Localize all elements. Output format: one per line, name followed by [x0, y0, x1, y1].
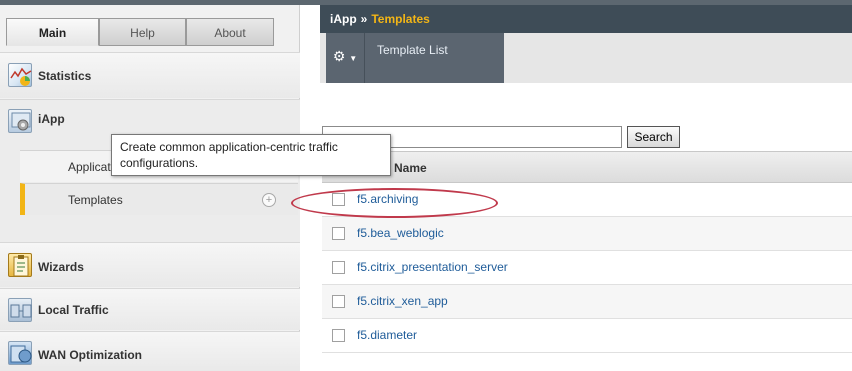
gear-icon: ⚙: [332, 48, 346, 64]
tab-template-list[interactable]: Template List: [364, 33, 504, 83]
breadcrumb-root[interactable]: iApp: [330, 12, 357, 26]
chart-icon: [8, 63, 32, 87]
sidebar-item-label: WAN Optimization: [38, 348, 142, 362]
search-button[interactable]: Search: [627, 126, 680, 148]
table-row: f5.bea_weblogic: [322, 217, 852, 251]
network-icon: [8, 298, 32, 322]
table-row: f5.citrix_xen_app: [322, 285, 852, 319]
chevron-down-icon: ▼: [349, 54, 358, 63]
breadcrumb-current: Templates: [371, 12, 430, 26]
row-checkbox[interactable]: [332, 193, 345, 206]
sidebar-item-label: Wizards: [38, 260, 84, 274]
sidebar-subitem-templates[interactable]: Templates +: [20, 183, 298, 215]
row-checkbox[interactable]: [332, 329, 345, 342]
sidebar-item-statistics[interactable]: Statistics: [0, 52, 300, 98]
panel-gap: [300, 5, 320, 363]
template-link[interactable]: f5.bea_weblogic: [357, 226, 444, 240]
column-header-name[interactable]: Name: [394, 161, 427, 175]
breadcrumb-separator: »: [360, 12, 368, 26]
sub-navigation: ⚙ ▼ Template List: [320, 33, 852, 83]
table-row: f5.diameter: [322, 319, 852, 353]
clipboard-icon: [8, 253, 32, 277]
table-header: Name: [322, 151, 852, 183]
sidebar-item-wizards[interactable]: Wizards: [0, 242, 300, 287]
main-tabs: Main Help About: [0, 18, 300, 46]
breadcrumb: iApp» Templates: [320, 5, 852, 33]
row-checkbox[interactable]: [332, 227, 345, 240]
tab-help[interactable]: Help: [99, 18, 186, 46]
sidebar-item-wan-optimization[interactable]: WAN Optimization: [0, 331, 300, 371]
sidebar-item-label: Statistics: [38, 69, 92, 83]
breadcrumb-text: iApp» Templates: [330, 12, 430, 26]
tab-main[interactable]: Main: [6, 18, 99, 46]
globe-icon: [8, 341, 32, 365]
sidebar-item-label: Local Traffic: [38, 303, 109, 317]
templates-table: Name f5.archiving f5.bea_weblogic f5.cit…: [322, 151, 852, 353]
create-plus-icon[interactable]: +: [262, 193, 276, 207]
template-link[interactable]: f5.citrix_xen_app: [357, 294, 448, 308]
table-row: f5.archiving: [322, 183, 852, 217]
template-link[interactable]: f5.archiving: [357, 192, 418, 206]
gear-menu-button[interactable]: ⚙ ▼: [326, 33, 364, 83]
template-link[interactable]: f5.citrix_presentation_server: [357, 260, 508, 274]
sidebar-subitem-label: Templates: [68, 193, 123, 207]
sidebar-item-local-traffic[interactable]: Local Traffic: [0, 288, 300, 330]
tab-about[interactable]: About: [186, 18, 274, 46]
iapp-icon: [8, 109, 32, 133]
row-checkbox[interactable]: [332, 261, 345, 274]
sidebar: Main Help About Statistics iApp Applicat…: [0, 5, 300, 371]
tooltip: Create common application-centric traffi…: [111, 134, 391, 176]
row-checkbox[interactable]: [332, 295, 345, 308]
sidebar-item-label: iApp: [38, 112, 65, 126]
table-row: f5.citrix_presentation_server: [322, 251, 852, 285]
template-link[interactable]: f5.diameter: [357, 328, 417, 342]
